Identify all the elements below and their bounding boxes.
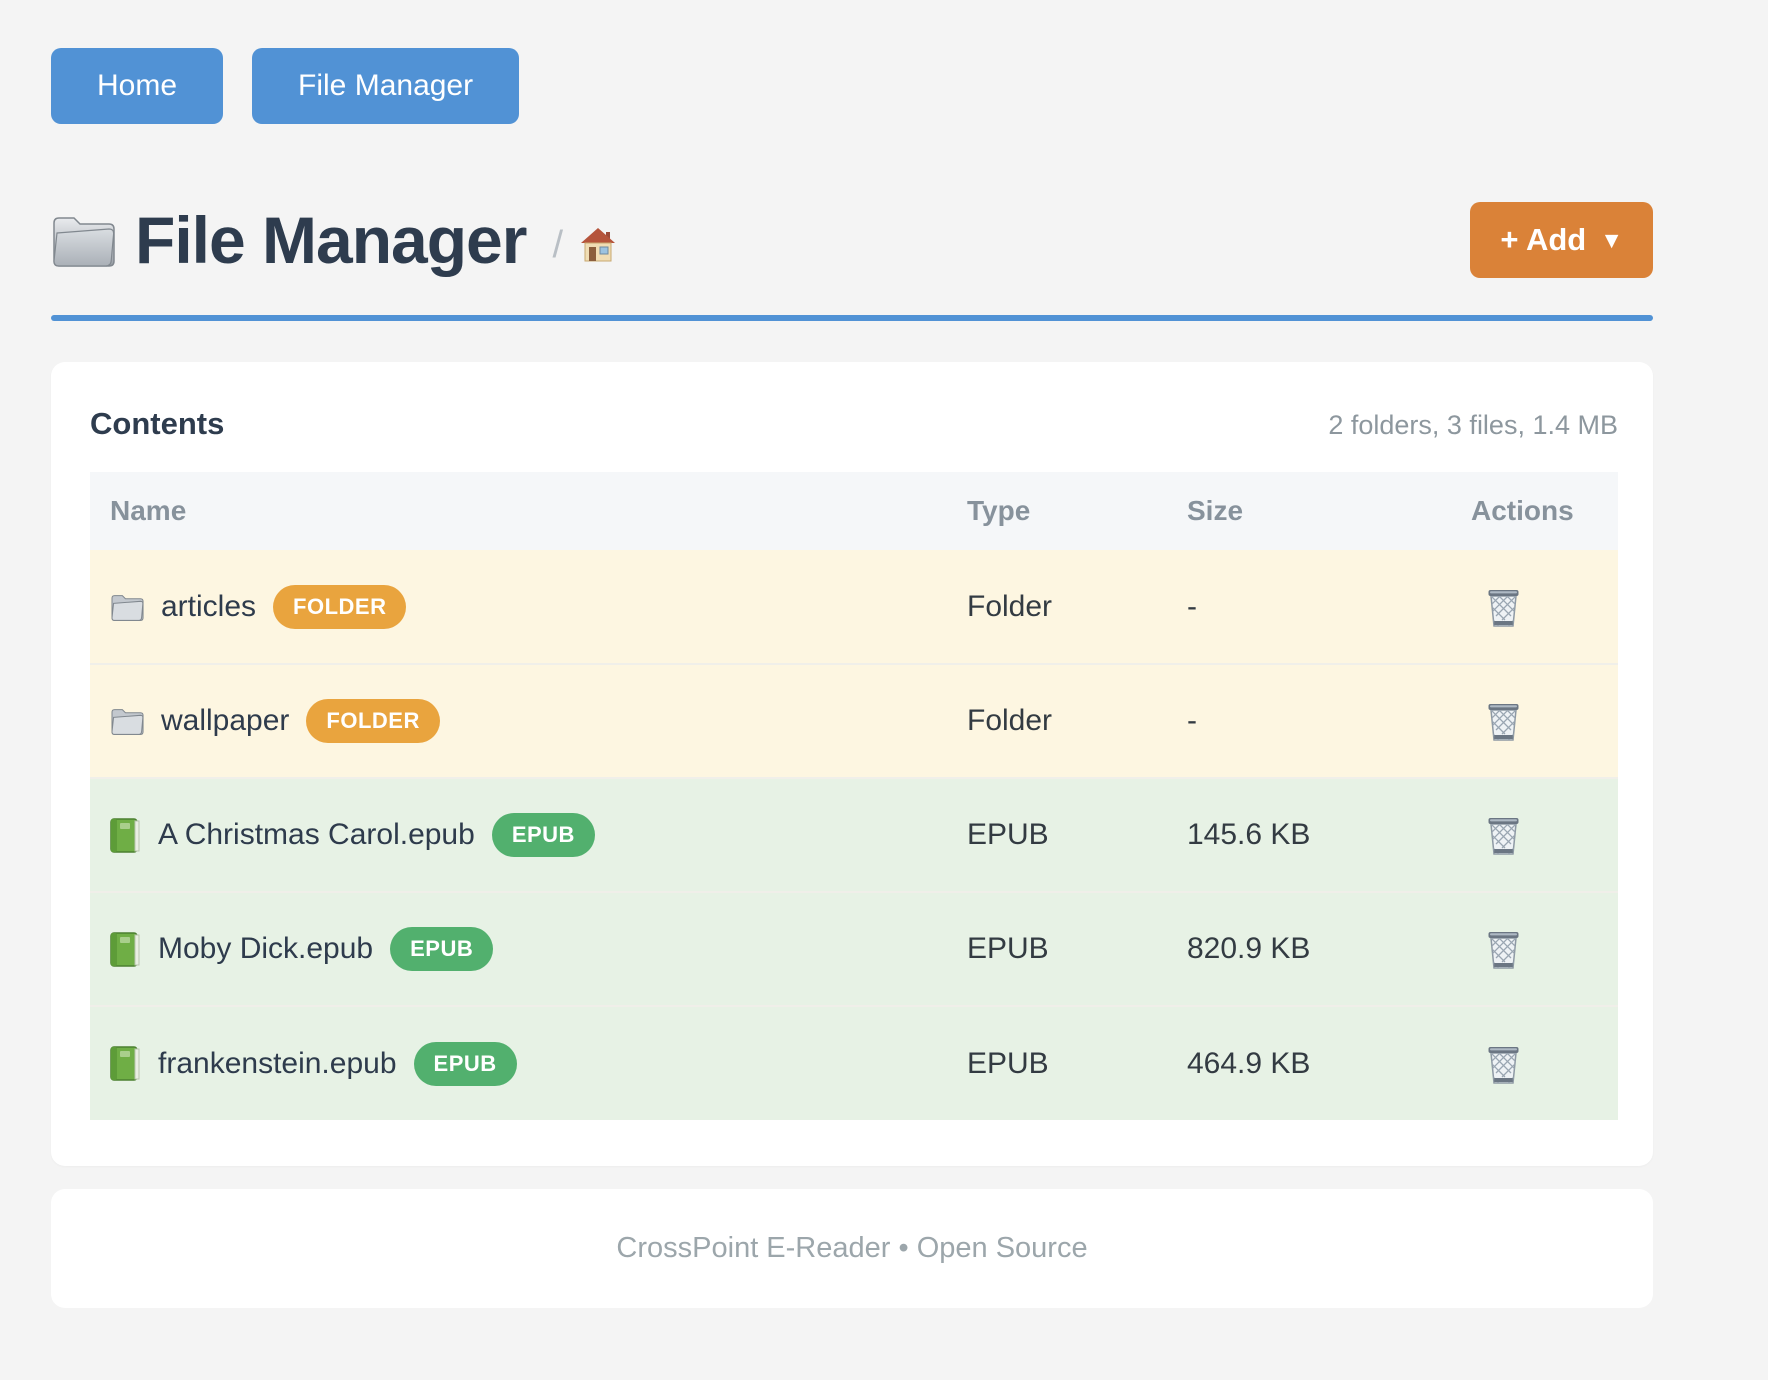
page: Home File Manager Fi bbox=[0, 0, 1768, 1308]
file-name-cell: frankenstein.epub EPUB bbox=[90, 1042, 967, 1086]
file-name[interactable]: articles bbox=[161, 590, 256, 624]
cell-type: EPUB bbox=[967, 892, 1187, 1006]
cell-type: EPUB bbox=[967, 778, 1187, 892]
trash-icon bbox=[1485, 814, 1522, 856]
cell-type: Folder bbox=[967, 550, 1187, 664]
column-header-size: Size bbox=[1187, 472, 1471, 550]
cell-size: 820.9 KB bbox=[1187, 892, 1471, 1006]
file-name-cell: A Christmas Carol.epub EPUB bbox=[90, 813, 967, 857]
table-row[interactable]: wallpaper FOLDER Folder- bbox=[90, 664, 1618, 778]
type-badge: FOLDER bbox=[306, 699, 439, 743]
trash-icon bbox=[1485, 928, 1522, 970]
cell-size: 464.9 KB bbox=[1187, 1006, 1471, 1120]
file-name[interactable]: wallpaper bbox=[161, 704, 289, 738]
delete-button[interactable] bbox=[1471, 814, 1522, 856]
type-badge: EPUB bbox=[492, 813, 595, 857]
nav-button-file-manager[interactable]: File Manager bbox=[252, 48, 519, 124]
column-header-actions: Actions bbox=[1471, 472, 1618, 550]
breadcrumb-separator: / bbox=[552, 224, 563, 267]
add-button[interactable]: + Add ▼ bbox=[1470, 202, 1653, 278]
delete-button[interactable] bbox=[1471, 928, 1522, 970]
cell-actions bbox=[1471, 664, 1618, 778]
file-name-cell: wallpaper FOLDER bbox=[90, 699, 967, 743]
delete-button[interactable] bbox=[1471, 1043, 1522, 1085]
delete-button[interactable] bbox=[1471, 700, 1522, 742]
folder-icon bbox=[51, 211, 115, 269]
cell-size: - bbox=[1187, 664, 1471, 778]
table-body: articles FOLDER Folder- wallpaper FOLDER Fold… bbox=[90, 550, 1618, 1120]
type-badge: EPUB bbox=[414, 1042, 517, 1086]
add-button-label: + Add bbox=[1500, 222, 1586, 258]
cell-type: EPUB bbox=[967, 1006, 1187, 1120]
contents-card: Contents 2 folders, 3 files, 1.4 MB Name… bbox=[51, 362, 1653, 1166]
cell-size: - bbox=[1187, 550, 1471, 664]
cell-actions bbox=[1471, 1006, 1618, 1120]
title-group: File Manager / bbox=[51, 202, 617, 278]
footer: CrossPoint E-Reader • Open Source bbox=[51, 1189, 1653, 1308]
cell-actions bbox=[1471, 550, 1618, 664]
folder-icon bbox=[110, 592, 144, 622]
file-table-head: Name Type Size Actions bbox=[90, 472, 1618, 550]
file-table: Name Type Size Actions articles FOLDER Fol… bbox=[90, 472, 1618, 1120]
table-row[interactable]: frankenstein.epubEPUBEPUB464.9 KB bbox=[90, 1006, 1618, 1120]
book-icon bbox=[110, 818, 141, 853]
table-row[interactable]: articles FOLDER Folder- bbox=[90, 550, 1618, 664]
file-name-cell: articles FOLDER bbox=[90, 585, 967, 629]
table-row[interactable]: Moby Dick.epubEPUBEPUB820.9 KB bbox=[90, 892, 1618, 1006]
folder-icon bbox=[110, 706, 144, 736]
trash-icon bbox=[1485, 700, 1522, 742]
nav-button-home[interactable]: Home bbox=[51, 48, 223, 124]
file-name[interactable]: A Christmas Carol.epub bbox=[158, 818, 475, 852]
page-title: File Manager bbox=[135, 202, 526, 278]
contents-summary: 2 folders, 3 files, 1.4 MB bbox=[1328, 410, 1618, 441]
book-icon bbox=[110, 932, 141, 967]
table-row[interactable]: A Christmas Carol.epubEPUBEPUB145.6 KB bbox=[90, 778, 1618, 892]
delete-button[interactable] bbox=[1471, 586, 1522, 628]
trash-icon bbox=[1485, 1043, 1522, 1085]
home-icon[interactable] bbox=[579, 226, 617, 264]
book-icon bbox=[110, 1046, 141, 1081]
title-underline bbox=[51, 315, 1653, 321]
file-name[interactable]: frankenstein.epub bbox=[158, 1047, 397, 1081]
page-header: File Manager / + Add ▼ bbox=[51, 202, 1653, 278]
column-header-type: Type bbox=[967, 472, 1187, 550]
contents-card-header: Contents 2 folders, 3 files, 1.4 MB bbox=[90, 406, 1618, 442]
file-name-cell: Moby Dick.epub EPUB bbox=[90, 927, 967, 971]
footer-text: CrossPoint E-Reader • Open Source bbox=[616, 1232, 1087, 1265]
file-name[interactable]: Moby Dick.epub bbox=[158, 932, 373, 966]
chevron-down-icon: ▼ bbox=[1600, 227, 1623, 254]
type-badge: EPUB bbox=[390, 927, 493, 971]
cell-type: Folder bbox=[967, 664, 1187, 778]
column-header-name: Name bbox=[90, 472, 967, 550]
cell-actions bbox=[1471, 778, 1618, 892]
top-navigation: Home File Manager bbox=[51, 48, 1653, 124]
contents-heading: Contents bbox=[90, 406, 224, 442]
cell-size: 145.6 KB bbox=[1187, 778, 1471, 892]
cell-actions bbox=[1471, 892, 1618, 1006]
type-badge: FOLDER bbox=[273, 585, 406, 629]
trash-icon bbox=[1485, 586, 1522, 628]
